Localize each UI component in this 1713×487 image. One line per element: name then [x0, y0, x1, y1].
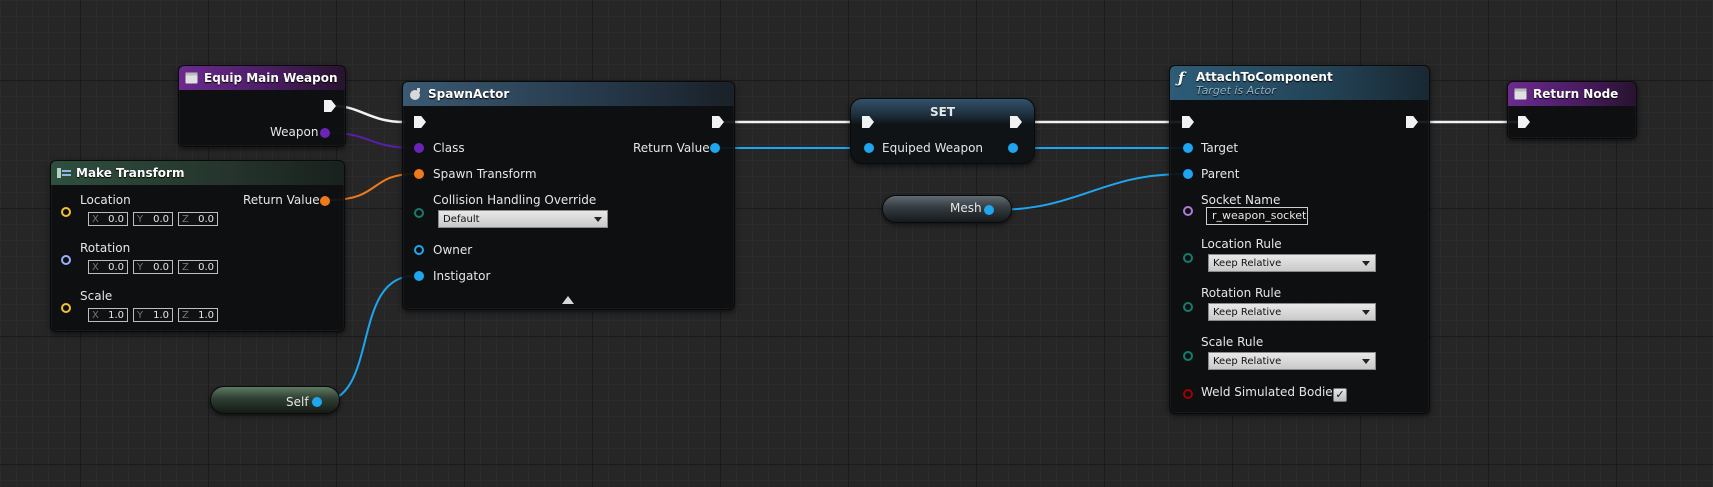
set-var-out-pin[interactable]: [1008, 143, 1018, 153]
spawn-actor-header[interactable]: SpawnActor: [403, 82, 734, 106]
owner-label: Owner: [433, 243, 473, 257]
set-var-label: Equiped Weapon: [882, 141, 984, 155]
parent-pin[interactable]: [1183, 169, 1193, 179]
struct-icon: [57, 167, 71, 179]
chevron-down-icon: [1362, 310, 1370, 315]
rotation-rule-value: Keep Relative: [1213, 306, 1282, 318]
rotation-y-field[interactable]: Y 0.0: [133, 260, 173, 274]
rotation-x-field[interactable]: X 0.0: [88, 260, 128, 274]
location-x-field[interactable]: X 0.0: [88, 212, 128, 226]
target-label: Target: [1201, 141, 1239, 155]
attach-subtitle: Target is Actor: [1196, 83, 1276, 97]
location-rule-dropdown[interactable]: Keep Relative: [1208, 254, 1376, 272]
socket-name-pin[interactable]: [1183, 206, 1193, 216]
chevron-down-icon: [1362, 359, 1370, 364]
scale-z-field[interactable]: Z 1.0: [178, 308, 218, 322]
scale-x-field[interactable]: X 1.0: [88, 308, 128, 322]
collision-dropdown-value: Default: [443, 213, 480, 225]
return-node-header[interactable]: Return Node: [1508, 82, 1636, 106]
collision-pin[interactable]: [414, 208, 424, 218]
rotation-rule-label: Rotation Rule: [1201, 286, 1282, 300]
location-rule-label: Location Rule: [1201, 237, 1282, 251]
set-var-in-pin[interactable]: [864, 143, 874, 153]
class-pin[interactable]: [414, 143, 424, 153]
equip-main-weapon-header[interactable]: Equip Main Weapon: [179, 66, 345, 90]
class-label: Class: [433, 141, 465, 155]
advanced-collapse-icon[interactable]: [562, 296, 574, 304]
self-out-pin[interactable]: [312, 397, 322, 407]
location-z-field[interactable]: Z 0.0: [178, 212, 218, 226]
set-title: SET: [930, 105, 956, 119]
mesh-label: Mesh: [950, 201, 982, 215]
make-transform-return-pin[interactable]: [320, 196, 330, 206]
make-transform-return-label: Return Value: [243, 193, 320, 207]
weld-pin[interactable]: [1183, 389, 1193, 399]
spawn-return-pin[interactable]: [710, 143, 720, 153]
scale-rule-label: Scale Rule: [1201, 335, 1264, 349]
attach-title: AttachToComponent: [1196, 69, 1333, 84]
weapon-pin-label: Weapon: [270, 125, 319, 139]
socket-name-input[interactable]: r_weapon_socket: [1206, 207, 1308, 225]
weapon-pin[interactable]: [320, 128, 330, 138]
return-node-title: Return Node: [1533, 87, 1619, 101]
scale-rule-dropdown[interactable]: Keep Relative: [1208, 352, 1376, 370]
scale-y-field[interactable]: Y 1.0: [133, 308, 173, 322]
instigator-pin[interactable]: [414, 271, 424, 281]
target-pin[interactable]: [1183, 143, 1193, 153]
collision-dropdown[interactable]: Default: [438, 210, 608, 228]
equip-main-weapon-title: Equip Main Weapon: [204, 71, 338, 85]
parent-label: Parent: [1201, 167, 1240, 181]
return-box-icon: [1514, 88, 1527, 100]
spawn-icon: [409, 88, 422, 100]
function-icon: ƒ: [1178, 69, 1185, 87]
owner-pin[interactable]: [414, 245, 424, 255]
weld-checkbox[interactable]: ✓: [1333, 388, 1347, 402]
location-pin[interactable]: [61, 207, 71, 217]
rotation-z-field[interactable]: Z 0.0: [178, 260, 218, 274]
collision-label: Collision Handling Override: [433, 193, 597, 207]
instigator-label: Instigator: [433, 269, 491, 283]
wire-mesh-to-parent: [993, 173, 1185, 211]
chevron-down-icon: [594, 217, 602, 222]
spawn-return-label: Return Value: [633, 141, 710, 155]
location-rule-value: Keep Relative: [1213, 257, 1282, 269]
scale-pin[interactable]: [61, 303, 71, 313]
rotation-rule-dropdown[interactable]: Keep Relative: [1208, 303, 1376, 321]
weld-label: Weld Simulated Bodies: [1201, 385, 1339, 399]
return-node[interactable]: Return Node: [1507, 81, 1637, 139]
rotation-pin[interactable]: [61, 255, 71, 265]
location-rule-pin[interactable]: [1183, 253, 1193, 263]
rotation-rule-pin[interactable]: [1183, 302, 1193, 312]
spawn-actor-title: SpawnActor: [428, 87, 510, 101]
event-box-icon: [185, 72, 198, 84]
scale-rule-pin[interactable]: [1183, 351, 1193, 361]
make-transform-title: Make Transform: [76, 166, 185, 180]
location-label: Location: [80, 193, 131, 207]
spawn-transform-pin[interactable]: [414, 169, 424, 179]
chevron-down-icon: [1362, 261, 1370, 266]
scale-rule-value: Keep Relative: [1213, 355, 1282, 367]
mesh-out-pin[interactable]: [984, 205, 994, 215]
rotation-label: Rotation: [80, 241, 131, 255]
self-label: Self: [286, 395, 309, 409]
attach-to-component-header[interactable]: ƒ AttachToComponent Target is Actor: [1170, 66, 1429, 100]
make-transform-header[interactable]: Make Transform: [51, 161, 344, 185]
location-y-field[interactable]: Y 0.0: [133, 212, 173, 226]
scale-label: Scale: [80, 289, 113, 303]
socket-name-label: Socket Name: [1201, 193, 1281, 207]
spawn-transform-label: Spawn Transform: [433, 167, 537, 181]
